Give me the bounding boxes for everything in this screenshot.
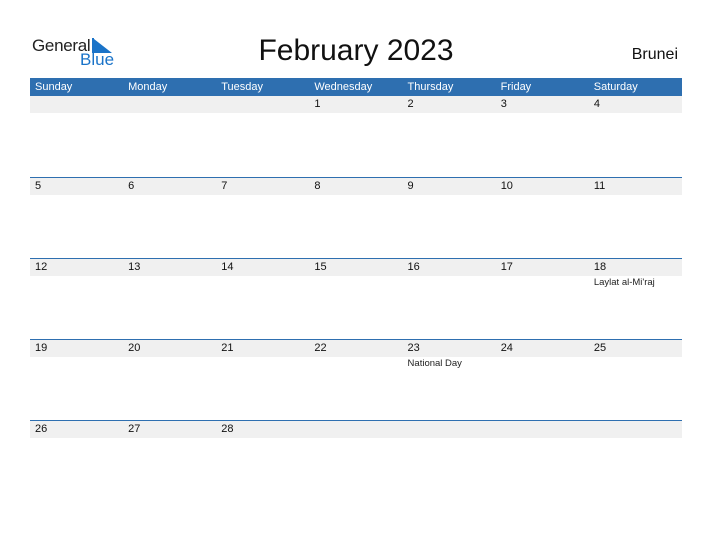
day-cell [216, 96, 309, 177]
day-number: 2 [407, 98, 414, 110]
day-number: 25 [593, 342, 607, 354]
day-number: 27 [128, 423, 141, 435]
day-cell: 20 [123, 340, 216, 421]
day-number: 1 [314, 98, 321, 110]
day-cell: 2 [403, 96, 496, 177]
weekday-header: Sunday Monday Tuesday Wednesday Thursday… [30, 78, 682, 96]
day-number: 11 [593, 180, 606, 192]
week-row: 19 20 21 22 23 National Day 24 25 [30, 339, 682, 421]
weekday-monday: Monday [128, 81, 168, 93]
weekday-thursday: Thursday [407, 81, 454, 93]
week-row: 26 27 28 [30, 420, 682, 502]
day-number: 24 [500, 342, 513, 354]
day-cell: 27 [123, 421, 216, 502]
day-number: 6 [128, 180, 135, 192]
day-cell: 6 [123, 178, 216, 259]
day-cell: 24 [496, 340, 589, 421]
day-cell: 14 [216, 259, 309, 340]
day-cell: 28 [216, 421, 309, 502]
day-cell: 4 [589, 96, 682, 177]
day-number: 17 [500, 261, 513, 273]
day-cell [30, 96, 123, 177]
day-cell: 18 Laylat al-Mi'raj [589, 259, 682, 340]
day-number: 3 [500, 98, 507, 110]
day-number: 5 [35, 180, 42, 192]
day-cell: 21 [216, 340, 309, 421]
day-cell: 1 [309, 96, 402, 177]
week-row: 12 13 14 15 16 17 18 Laylat al-Mi'raj [30, 258, 682, 340]
holiday-label: National Day [407, 358, 462, 369]
calendar-title: February 2023 [258, 34, 454, 67]
day-cell [589, 421, 682, 502]
weekday-wednesday: Wednesday [314, 81, 373, 93]
day-number: 21 [221, 342, 234, 354]
day-cell: 7 [216, 178, 309, 259]
day-number: 14 [221, 261, 234, 273]
day-cell: 25 [589, 340, 682, 421]
holiday-label: Laylat al-Mi'raj [593, 277, 655, 288]
day-cell: 23 National Day [403, 340, 496, 421]
day-number: 26 [35, 423, 48, 435]
week-row: 1 2 3 4 [30, 96, 682, 177]
day-number: 8 [314, 180, 321, 192]
weekday-tuesday: Tuesday [221, 81, 264, 93]
day-cell: 26 [30, 421, 123, 502]
day-number: 20 [128, 342, 141, 354]
day-cell: 16 [403, 259, 496, 340]
week-row: 5 6 7 8 9 10 11 [30, 177, 682, 259]
day-cell [496, 421, 589, 502]
day-number: 15 [314, 261, 327, 273]
day-cell: 5 [30, 178, 123, 259]
day-number: 18 [593, 261, 607, 273]
day-cell: 8 [309, 178, 402, 259]
day-cell: 11 [589, 178, 682, 259]
day-number: 16 [407, 261, 420, 273]
day-cell: 22 [309, 340, 402, 421]
day-number: 7 [221, 180, 228, 192]
country-label: Brunei [631, 46, 678, 63]
day-cell [123, 96, 216, 177]
day-cell: 15 [309, 259, 402, 340]
day-number: 4 [593, 98, 600, 110]
day-number: 10 [500, 180, 513, 192]
day-number: 12 [35, 261, 48, 273]
day-number: 28 [221, 423, 234, 435]
day-number: 13 [128, 261, 141, 273]
day-cell: 12 [30, 259, 123, 340]
day-cell: 9 [403, 178, 496, 259]
day-number: 9 [407, 180, 414, 192]
day-cell: 3 [496, 96, 589, 177]
day-number: 19 [35, 342, 48, 354]
weekday-saturday: Saturday [593, 81, 638, 93]
day-number: 23 [407, 342, 420, 354]
weekday-friday: Friday [500, 81, 532, 93]
day-cell [403, 421, 496, 502]
weekday-sunday: Sunday [35, 81, 73, 93]
day-cell [309, 421, 402, 502]
day-cell: 13 [123, 259, 216, 340]
day-cell: 10 [496, 178, 589, 259]
day-number: 22 [314, 342, 327, 354]
day-cell: 17 [496, 259, 589, 340]
day-cell: 19 [30, 340, 123, 421]
